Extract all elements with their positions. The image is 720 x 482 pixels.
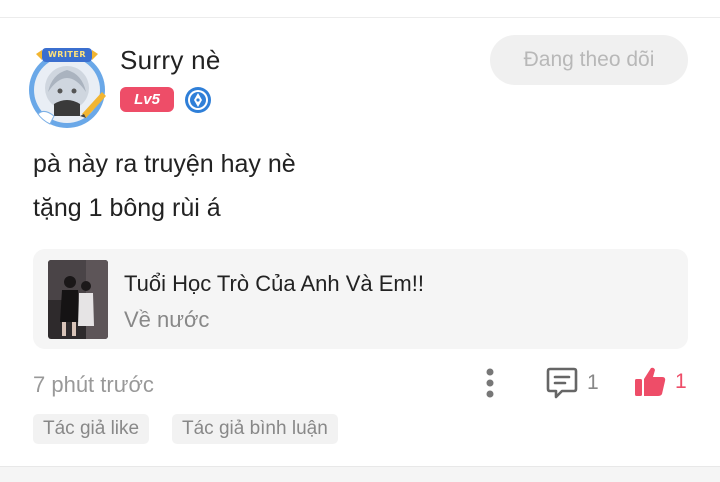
story-title[interactable]: Tuổi Học Trò Của Anh Và Em!! xyxy=(124,271,424,297)
section-separator xyxy=(0,466,720,482)
more-options-button[interactable] xyxy=(478,366,502,400)
like-button[interactable]: 1 xyxy=(633,364,687,400)
more-vertical-icon xyxy=(486,368,494,398)
story-cover-image xyxy=(48,260,108,339)
timestamp: 7 phút trước xyxy=(33,372,154,397)
reply-button[interactable]: 1 xyxy=(545,366,599,400)
tag-author-liked: Tác giả like xyxy=(33,414,150,444)
avatar[interactable]: WRITER xyxy=(24,44,110,130)
story-card[interactable]: Tuổi Học Trò Của Anh Và Em!! Về nước xyxy=(33,249,688,349)
reply-count: 1 xyxy=(587,371,599,394)
thumbs-up-icon xyxy=(635,367,666,396)
username[interactable]: Surry nè xyxy=(120,45,221,76)
comment-text-line: pà này ra truyện hay nè xyxy=(33,150,296,178)
tag-author-commented: Tác giả bình luận xyxy=(172,414,338,444)
following-button[interactable]: Đang theo dõi xyxy=(490,35,688,85)
writer-frame-label: WRITER xyxy=(47,50,87,59)
story-chapter: Về nước xyxy=(124,307,210,332)
comment-text-line: tặng 1 bông rùi á xyxy=(33,194,221,222)
level-badge: Lv5 xyxy=(120,87,174,112)
like-count: 1 xyxy=(675,370,687,393)
top-divider xyxy=(0,17,720,18)
comment-icon xyxy=(546,367,578,399)
pen-badge-icon xyxy=(184,86,212,114)
